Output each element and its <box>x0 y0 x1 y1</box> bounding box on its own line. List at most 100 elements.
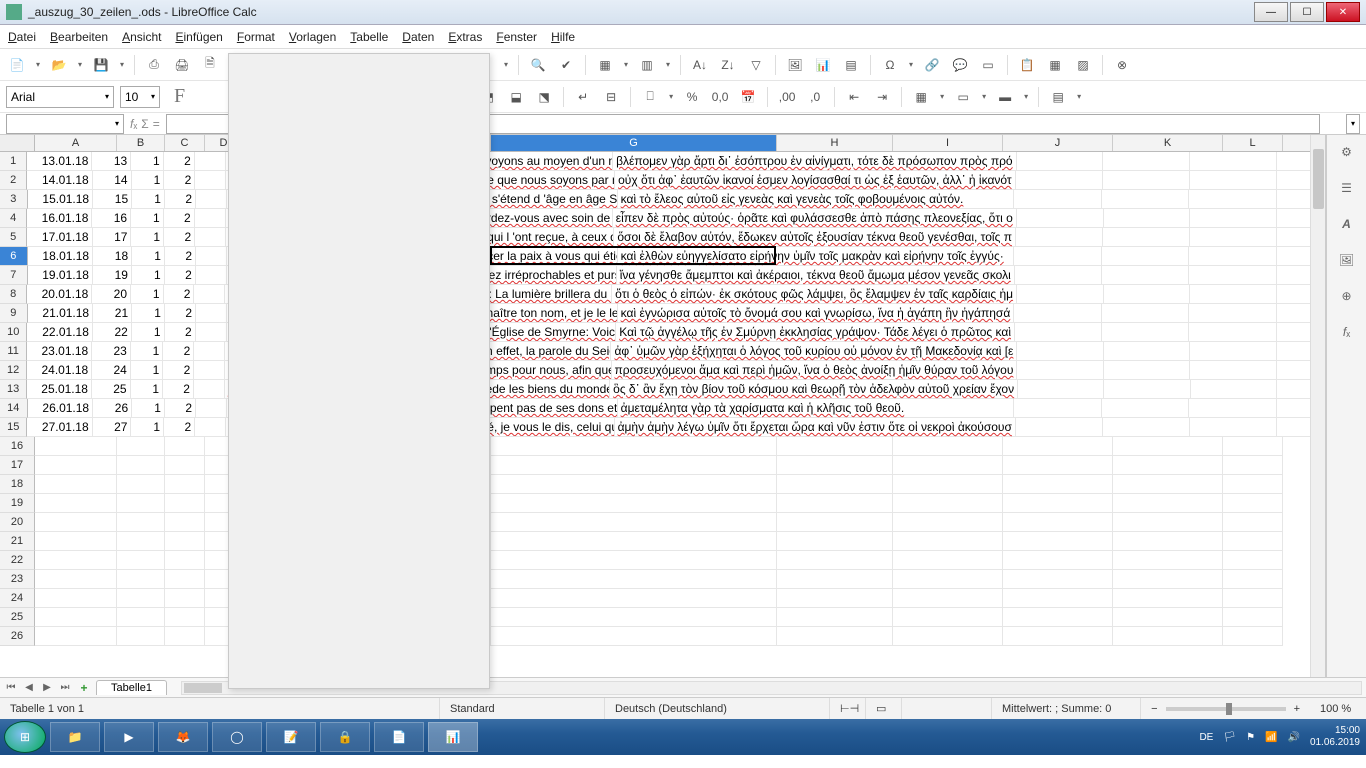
menu-bearbeiten[interactable]: Bearbeiten <box>50 30 108 44</box>
menu-extras[interactable]: Extras <box>448 30 482 44</box>
cell[interactable]: 15 <box>93 190 132 209</box>
status-style[interactable]: Standard <box>440 698 605 719</box>
cell[interactable]: 17 <box>93 228 132 247</box>
cell[interactable] <box>194 380 225 399</box>
cell[interactable] <box>1014 304 1101 323</box>
cell[interactable] <box>1190 285 1277 304</box>
row-header[interactable]: 13 <box>0 380 27 399</box>
cell[interactable] <box>165 475 205 494</box>
zoom-label[interactable]: 100 % <box>1310 698 1366 719</box>
cell[interactable] <box>1016 228 1103 247</box>
cell[interactable]: 22 <box>93 323 132 342</box>
cell[interactable] <box>35 608 117 627</box>
indent-dec-icon[interactable]: ⇤ <box>843 86 865 108</box>
col-header-G[interactable]: G <box>491 135 777 151</box>
cell[interactable] <box>35 494 117 513</box>
cell[interactable] <box>777 627 893 646</box>
cell[interactable] <box>1014 247 1101 266</box>
cell[interactable] <box>117 627 165 646</box>
chart-icon[interactable]: 📊 <box>812 54 834 76</box>
cell[interactable] <box>1003 589 1113 608</box>
cell[interactable] <box>1003 570 1113 589</box>
omega-icon[interactable]: Ω <box>879 54 901 76</box>
col-header-I[interactable]: I <box>893 135 1003 151</box>
cell[interactable]: 1 <box>132 399 165 418</box>
cell[interactable] <box>893 532 1003 551</box>
cell[interactable] <box>1223 456 1283 475</box>
save-icon[interactable]: 💾 <box>90 54 112 76</box>
cell[interactable]: 26.01.18 <box>28 399 94 418</box>
cell[interactable] <box>1190 342 1277 361</box>
cell[interactable]: 14 <box>93 171 132 190</box>
cell[interactable]: 1 <box>131 380 163 399</box>
add-dec-icon[interactable]: ,00 <box>776 86 798 108</box>
row-header[interactable]: 25 <box>0 608 35 627</box>
cell[interactable] <box>491 532 777 551</box>
menu-daten[interactable]: Daten <box>402 30 434 44</box>
row-header[interactable]: 26 <box>0 627 35 646</box>
cell[interactable] <box>117 513 165 532</box>
spell-icon[interactable]: ✔ <box>555 54 577 76</box>
tray-volume-icon[interactable]: 🔊 <box>1287 732 1299 743</box>
cell[interactable] <box>777 608 893 627</box>
cell[interactable] <box>1104 285 1191 304</box>
row-header[interactable]: 10 <box>0 323 27 342</box>
align-mid-icon[interactable]: ⬓ <box>505 86 527 108</box>
cell[interactable] <box>117 494 165 513</box>
taskbar-lock-icon[interactable]: 🔒 <box>320 722 370 752</box>
font-name-select[interactable]: Arial▾ <box>6 86 114 108</box>
cell[interactable] <box>893 608 1003 627</box>
cell[interactable] <box>1223 532 1283 551</box>
tab-next-icon[interactable]: ▶ <box>40 682 54 693</box>
zoom-in-icon[interactable]: + <box>1294 703 1300 715</box>
cell[interactable]: 19 <box>93 266 132 285</box>
cell[interactable] <box>196 190 227 209</box>
cell[interactable] <box>165 494 205 513</box>
tab-add-icon[interactable]: + <box>76 681 92 695</box>
cell[interactable]: 15.01.18 <box>28 190 94 209</box>
cell[interactable]: 1 <box>131 285 164 304</box>
cell[interactable]: 2 <box>163 361 194 380</box>
cell[interactable] <box>1102 323 1189 342</box>
menu-tabelle[interactable]: Tabelle <box>350 30 388 44</box>
col-header-J[interactable]: J <box>1003 135 1113 151</box>
cell[interactable] <box>1102 304 1189 323</box>
cell[interactable]: 1 <box>132 304 165 323</box>
cell[interactable]: 20 <box>92 285 131 304</box>
cell[interactable]: 2 <box>164 171 195 190</box>
cell[interactable] <box>1190 418 1277 437</box>
cell[interactable]: 13 <box>92 152 131 171</box>
cell[interactable] <box>1189 247 1276 266</box>
taskbar-explorer-icon[interactable]: 📁 <box>50 722 100 752</box>
cell[interactable] <box>117 570 165 589</box>
cell[interactable] <box>1003 627 1113 646</box>
maximize-button[interactable]: ☐ <box>1290 2 1324 22</box>
cell[interactable]: 27 <box>93 418 132 437</box>
merge-icon[interactable]: ⊟ <box>600 86 622 108</box>
cell[interactable] <box>117 551 165 570</box>
cell[interactable] <box>1104 380 1190 399</box>
cell[interactable]: 21 <box>93 304 132 323</box>
fx-icon[interactable]: fₓ <box>130 117 137 131</box>
cell[interactable] <box>893 475 1003 494</box>
cell[interactable] <box>491 551 777 570</box>
cell[interactable] <box>1223 494 1283 513</box>
row-header[interactable]: 3 <box>0 190 28 209</box>
cell[interactable] <box>1104 342 1191 361</box>
cell[interactable]: 16.01.18 <box>27 209 92 228</box>
freeze-icon[interactable]: ▦ <box>1044 54 1066 76</box>
taskbar-mediaplayer-icon[interactable]: ▶ <box>104 722 154 752</box>
cell[interactable] <box>491 589 777 608</box>
cell[interactable] <box>1113 532 1223 551</box>
cell[interactable] <box>1189 323 1276 342</box>
row-header[interactable]: 2 <box>0 171 27 190</box>
cell[interactable] <box>1016 418 1103 437</box>
cell[interactable] <box>1223 437 1283 456</box>
cell[interactable]: 1 <box>131 342 163 361</box>
cell[interactable] <box>1014 399 1101 418</box>
image-icon[interactable]: 🖼 <box>784 54 806 76</box>
cell[interactable]: 20.01.18 <box>27 285 92 304</box>
cell[interactable]: ὃς δ᾽ ἂν ἔχῃ τὸν βίον τοῦ κόσμου καὶ θεω… <box>610 380 1018 399</box>
cell[interactable] <box>491 608 777 627</box>
cell[interactable] <box>491 570 777 589</box>
